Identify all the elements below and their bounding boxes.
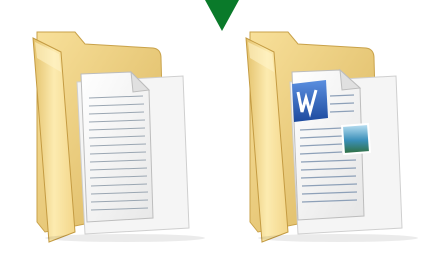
folder-label: [15, 246, 215, 262]
folder-item-word-document[interactable]: [228, 22, 428, 244]
folder-with-text-document-icon: [32, 31, 205, 243]
folder-with-word-document-icon: [245, 31, 418, 243]
folder-item-text-document[interactable]: [15, 22, 215, 244]
picture-thumbnail-icon: [340, 122, 372, 156]
folder-label: [228, 246, 428, 262]
word-logo-icon: [292, 80, 328, 122]
